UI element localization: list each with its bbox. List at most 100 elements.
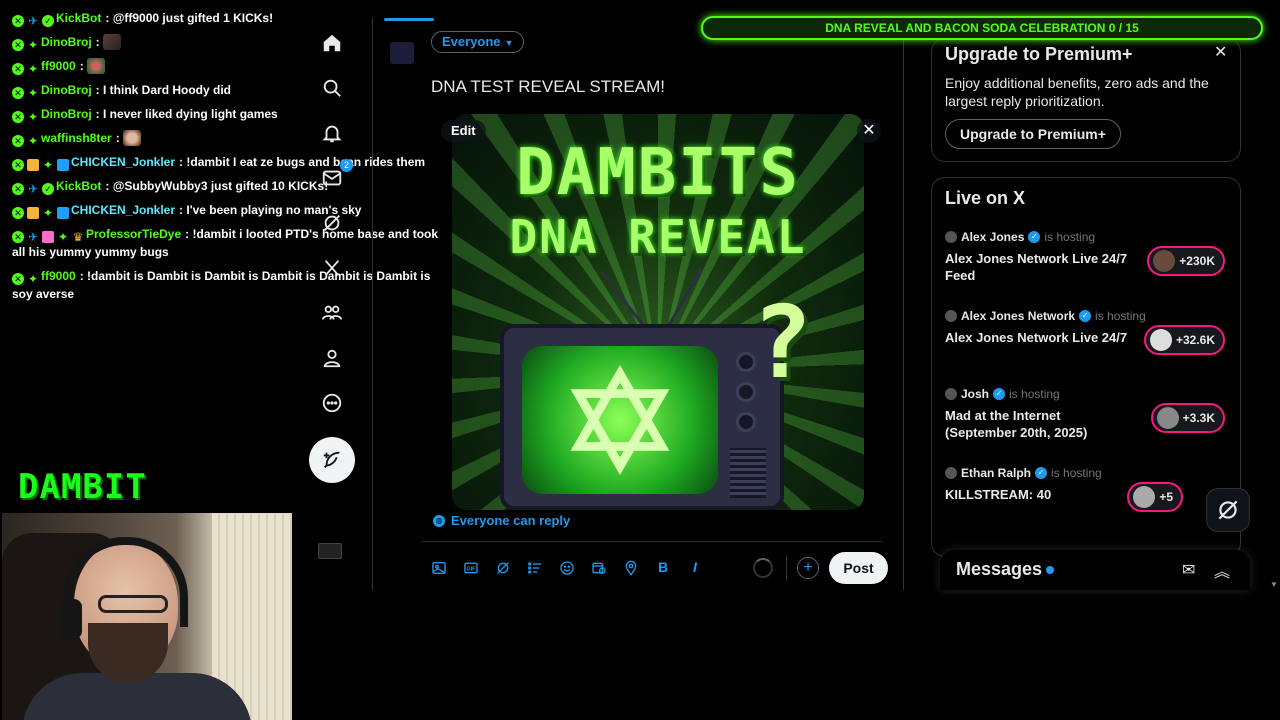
emote-icon [103,34,122,50]
toolbar-separator [786,555,787,581]
premium-description: Enjoy additional benefits, zero ads and … [945,75,1209,109]
live-broadcast-item[interactable]: Ethan Ralph ✓ is hosting KILLSTREAM: 40 +5 [945,466,1229,512]
grok-icon [324,215,340,231]
live-host-row: Alex Jones Network ✓ is hosting [945,309,1229,323]
feather-plus-icon [323,451,340,468]
chat-username: DinoBroj [41,83,92,97]
chat-username: ff9000 [41,59,76,73]
add-post-button[interactable]: + [797,557,819,579]
listener-count-pill[interactable]: +230K [1147,246,1225,276]
bold-button[interactable]: B [654,557,672,577]
unread-count-badge: 2 [339,159,353,172]
person-icon [323,349,341,368]
nav-notifications[interactable] [319,120,345,146]
media-button[interactable] [430,557,448,577]
compose-textarea[interactable]: DNA TEST REVEAL STREAM! [431,77,665,97]
compose-toolbar: GIF B I [430,557,704,577]
nav-messages[interactable]: 2 [319,159,353,191]
scroll-down-arrow-icon[interactable]: ▼ [1270,580,1278,589]
nav-explore[interactable] [319,75,345,101]
tv-screen [522,346,718,494]
gift-badge-icon [42,231,54,243]
live-host-row: Alex Jones ✓ is hosting [945,230,1229,244]
webcam-headset-earcup [60,599,82,639]
verified-badge-icon: ✓ [42,183,54,195]
emoji-button[interactable] [558,557,576,577]
globe-icon: ◍ [433,514,445,527]
italic-button[interactable]: I [686,557,704,577]
expand-messages-button[interactable]: ︽ [1214,558,1230,582]
star-of-david-icon [570,365,670,475]
location-button[interactable] [622,557,640,577]
new-message-icon: ✉ [1182,562,1196,579]
emote-icon [123,130,142,146]
live-broadcast-item[interactable]: Alex Jones Network ✓ is hosting Alex Jones… [945,309,1229,355]
subscriber-badge-icon: ✦ [57,230,69,244]
grok-icon [1218,500,1238,520]
subscriber-badge-icon: ✦ [42,158,54,172]
moderator-badge-icon: ✕ [12,87,24,99]
chat-text: @SubbyWubby3 just gifted 10 KICKs! [112,179,329,193]
chat-text: @ff9000 just gifted 1 KICKs! [112,11,274,25]
listener-count: +3.3K [1182,411,1215,425]
nav-more[interactable] [319,390,345,416]
host-avatar [1153,250,1176,272]
live-broadcast-item[interactable]: Alex Jones ✓ is hosting Alex Jones Network… [945,230,1229,284]
chat-username: CHICKEN_Jonkler [71,203,176,217]
hosting-label: is hosting [1044,230,1096,244]
audience-selector-button[interactable]: Everyone ▼ [431,31,525,53]
question-mark-graphic: ? [752,284,813,401]
hosting-label: is hosting [1051,466,1102,480]
subscriber-badge-icon: ✦ [27,62,39,76]
bot-badge-icon: ✈ [27,14,39,28]
dambit-logo: DAMBIT [18,467,147,507]
gif-button[interactable]: GIF [462,557,480,577]
nav-premium[interactable] [319,255,345,281]
premium-title: Upgrade to Premium+ [945,44,1133,64]
nav-home[interactable] [319,30,345,56]
listener-count: +32.6K [1175,333,1215,347]
media-title-line1: DAMBITS [516,136,800,210]
chat-text: I think Dard Hoody did [103,83,232,97]
smiley-icon [560,561,574,575]
post-button[interactable]: Post [829,552,888,584]
schedule-button[interactable] [590,557,608,577]
compose-post-button[interactable] [309,437,355,483]
subscriber-badge-icon: ✦ [27,86,39,100]
grok-button[interactable] [494,557,512,577]
poll-button[interactable] [526,557,544,577]
live-host-row: Ethan Ralph ✓ is hosting [945,466,1229,480]
nav-communities[interactable] [319,300,345,326]
chat-username: DinoBroj [41,35,92,49]
nav-profile[interactable] [319,345,345,371]
subscriber-badge-icon: ✦ [27,38,39,52]
verified-check-icon: ✓ [993,388,1006,400]
new-message-button[interactable]: ✉ [1182,560,1195,580]
chat-username: ProfessorTieDye [86,227,182,241]
upgrade-premium-button[interactable]: Upgrade to Premium+ [945,119,1121,149]
chevron-down-icon: ▼ [504,38,514,48]
reply-setting-label: Everyone can reply [451,513,571,528]
edit-media-button[interactable]: Edit [441,120,486,142]
calendar-clock-icon [592,562,606,575]
live-broadcast-item[interactable]: Josh ✓ is hosting Mad at the Internet (Sep… [945,387,1229,441]
home-icon [323,34,341,52]
listener-count-pill[interactable]: +3.3K [1150,403,1225,433]
listener-count-pill[interactable]: +32.6K [1143,325,1225,355]
remove-media-button[interactable]: ✕ [857,119,881,143]
chat-username: DinoBroj [41,107,92,121]
moderator-badge-icon: ✕ [12,207,24,219]
reply-setting-button[interactable]: ◍ Everyone can reply [433,513,570,528]
listener-count: +230K [1179,254,1215,268]
nav-grok[interactable] [319,210,345,236]
messages-drawer-title: Messages [956,559,1043,579]
grok-floating-button[interactable] [1206,488,1250,532]
compose-avatar[interactable] [390,42,414,64]
moderator-badge-icon: ✕ [12,135,24,147]
listener-count-pill[interactable]: +5 [1127,482,1183,512]
close-premium-button[interactable]: ✕ [1214,42,1227,62]
broadcast-title: Alex Jones Network Live 24/7 [945,330,1128,345]
gif-label: GIF [467,567,477,573]
account-avatar[interactable] [318,543,342,559]
moderator-badge-icon: ✕ [12,231,24,243]
